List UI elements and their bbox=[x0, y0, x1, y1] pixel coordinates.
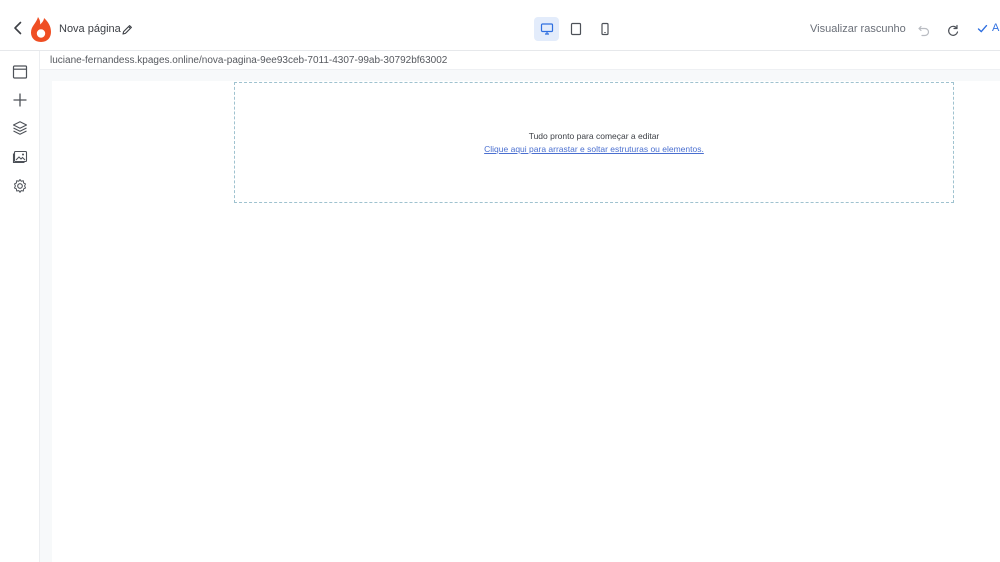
page-title: Nova página bbox=[59, 23, 121, 35]
redo-button[interactable] bbox=[946, 23, 960, 37]
tablet-icon bbox=[570, 22, 581, 36]
url-bar: luciane-fernandess.kpages.online/nova-pa… bbox=[40, 51, 1000, 70]
mobile-view-button[interactable] bbox=[592, 17, 617, 41]
redo-icon bbox=[948, 24, 959, 36]
plus-icon bbox=[12, 92, 27, 107]
undo-button[interactable] bbox=[917, 23, 931, 37]
chevron-left-icon bbox=[14, 21, 22, 35]
preview-draft-button[interactable]: Visualizar rascunho bbox=[810, 23, 906, 35]
top-toolbar: Nova página Visualizar rascunho A bbox=[0, 0, 1000, 51]
left-sidebar bbox=[0, 51, 40, 562]
drag-and-drop-link[interactable]: Clique aqui para arrastar e soltar estru… bbox=[235, 144, 953, 154]
hotmart-logo bbox=[30, 15, 52, 43]
mobile-icon bbox=[600, 22, 609, 36]
save-label: A bbox=[992, 22, 1000, 34]
check-icon bbox=[977, 24, 988, 32]
ready-message: Tudo pronto para começar a editar bbox=[528, 131, 660, 141]
tablet-view-button[interactable] bbox=[563, 17, 588, 41]
sidebar-item-layers[interactable] bbox=[11, 119, 28, 136]
sidebar-item-structure[interactable] bbox=[11, 63, 28, 80]
sidebar-item-settings[interactable] bbox=[11, 177, 28, 194]
back-button[interactable] bbox=[10, 20, 26, 36]
device-switcher bbox=[534, 17, 617, 41]
image-gallery-icon bbox=[12, 150, 27, 163]
sidebar-item-media[interactable] bbox=[11, 148, 28, 165]
layers-icon bbox=[12, 120, 27, 135]
desktop-icon bbox=[540, 23, 553, 35]
pencil-icon bbox=[122, 25, 132, 35]
sidebar-item-add[interactable] bbox=[11, 91, 28, 108]
desktop-view-button[interactable] bbox=[534, 17, 559, 41]
save-button[interactable]: A bbox=[977, 22, 999, 34]
window-icon bbox=[12, 64, 27, 79]
page-url: luciane-fernandess.kpages.online/nova-pa… bbox=[50, 55, 448, 66]
undo-icon bbox=[918, 25, 930, 37]
edit-title-button[interactable] bbox=[121, 23, 133, 35]
empty-dropzone[interactable]: Tudo pronto para começar a editar Clique… bbox=[234, 82, 954, 203]
gear-icon bbox=[13, 178, 26, 193]
